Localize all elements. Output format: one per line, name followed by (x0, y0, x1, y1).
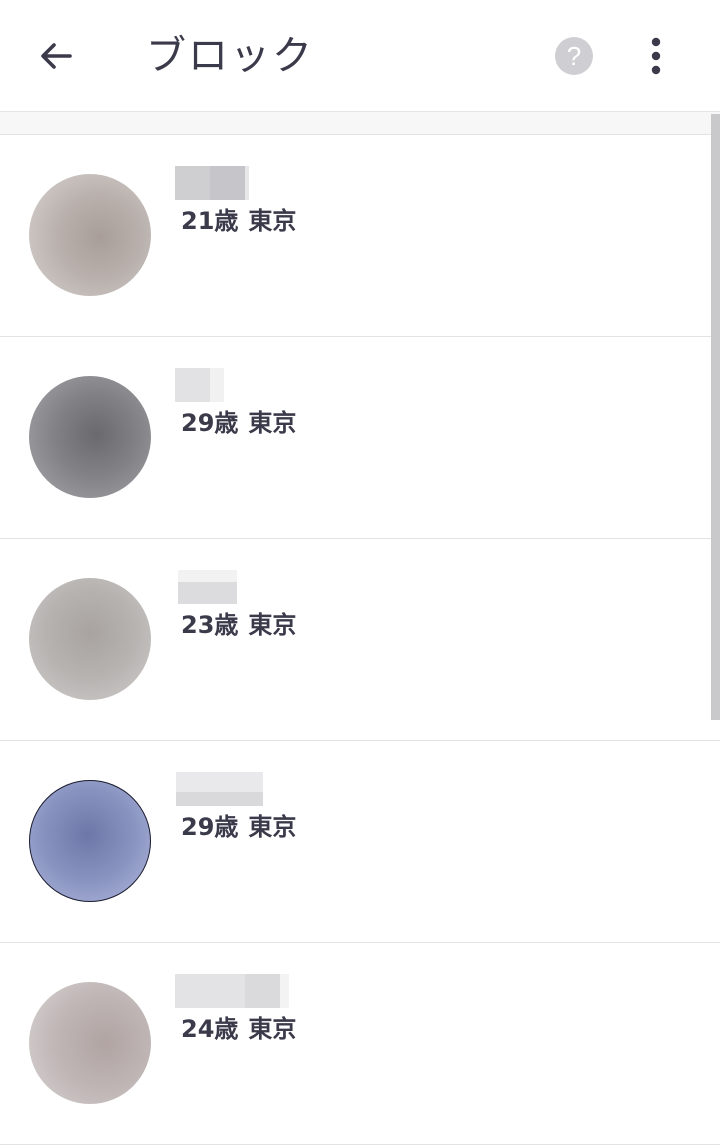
blocked-user-row[interactable]: 24歳 東京 (0, 943, 720, 1145)
user-meta: 21歳 東京 (181, 205, 296, 237)
user-meta: 23歳 東京 (181, 609, 296, 641)
user-name-redacted (178, 570, 237, 604)
avatar (29, 780, 151, 902)
user-name-redacted (175, 166, 249, 200)
blocked-user-row[interactable]: 29歳 東京 (0, 741, 720, 943)
user-location: 東京 (248, 813, 297, 841)
user-age: 21歳 (181, 207, 239, 235)
app-bar: ブロック ? (0, 0, 720, 112)
user-meta: 29歳 東京 (181, 811, 296, 843)
blocked-user-list: 21歳 東京 29歳 東京 23歳 東京 29歳 東京 24歳 東京 (0, 135, 720, 1145)
more-vertical-icon (651, 37, 661, 75)
user-location: 東京 (248, 207, 297, 235)
user-age: 24歳 (181, 1015, 239, 1043)
question-circle-icon: ? (555, 37, 593, 75)
user-location: 東京 (248, 409, 297, 437)
avatar (29, 376, 151, 498)
blocked-user-row[interactable]: 23歳 東京 (0, 539, 720, 741)
scrollbar[interactable] (711, 114, 720, 720)
user-location: 東京 (248, 1015, 297, 1043)
user-age: 29歳 (181, 813, 239, 841)
user-name-redacted (175, 368, 224, 402)
help-button[interactable]: ? (540, 22, 608, 90)
more-options-button[interactable] (622, 22, 690, 90)
avatar (29, 174, 151, 296)
blocked-user-row[interactable]: 29歳 東京 (0, 337, 720, 539)
user-name-redacted (176, 772, 263, 806)
page-title: ブロック (146, 33, 314, 79)
list-header-strip (0, 112, 720, 135)
user-meta: 24歳 東京 (181, 1013, 296, 1045)
avatar (29, 982, 151, 1104)
user-meta: 29歳 東京 (181, 407, 296, 439)
user-location: 東京 (248, 611, 297, 639)
blocked-user-row[interactable]: 21歳 東京 (0, 135, 720, 337)
user-age: 29歳 (181, 409, 239, 437)
user-age: 23歳 (181, 611, 239, 639)
arrow-left-icon (41, 43, 72, 69)
user-name-redacted (175, 974, 289, 1008)
back-button[interactable] (22, 22, 90, 90)
avatar (29, 578, 151, 700)
